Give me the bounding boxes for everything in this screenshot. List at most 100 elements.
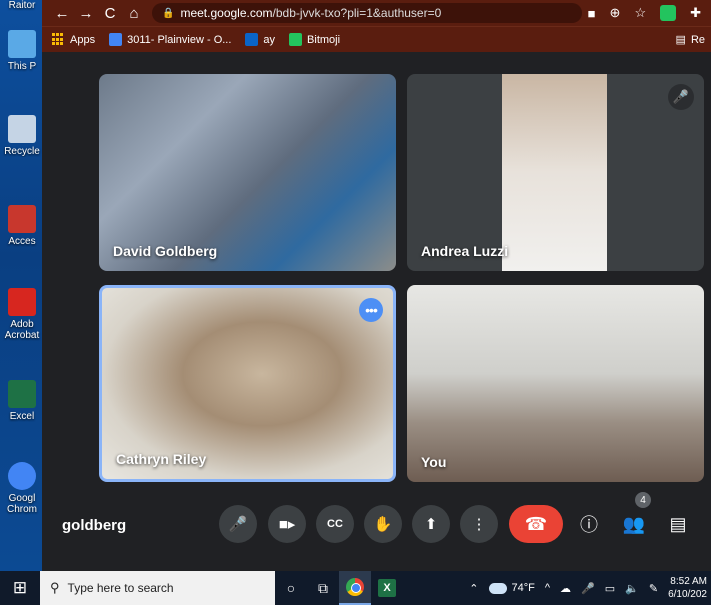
taskbar-chrome[interactable] bbox=[339, 571, 371, 605]
desktop-icon-access[interactable]: Acces bbox=[0, 205, 44, 247]
hand-icon: ✋ bbox=[373, 516, 393, 533]
chat-button[interactable]: ▤ bbox=[661, 505, 695, 543]
monitor-icon bbox=[8, 30, 36, 58]
windows-logo-icon: ⊞ bbox=[12, 578, 28, 597]
onedrive-icon[interactable]: ☁ bbox=[560, 582, 571, 595]
people-button[interactable]: 👥 bbox=[617, 505, 651, 543]
meeting-details-button[interactable]: ⓘ bbox=[572, 505, 606, 543]
participant-video bbox=[502, 74, 607, 271]
volume-icon[interactable]: 🔈 bbox=[625, 582, 639, 595]
puzzle-extensions-icon[interactable]: ✚ bbox=[690, 5, 701, 21]
participant-tile-pinned[interactable]: ••• Cathryn Riley bbox=[99, 285, 396, 482]
recycle-bin-icon bbox=[8, 115, 36, 143]
info-icon: ⓘ bbox=[580, 515, 598, 535]
leave-call-button[interactable]: ☎ bbox=[509, 505, 563, 543]
desktop-icon-chrome[interactable]: Googl Chrom bbox=[0, 462, 44, 515]
taskbar-excel[interactable]: X bbox=[371, 571, 403, 605]
chat-icon: ▤ bbox=[669, 513, 687, 534]
task-view-icon: ⧉ bbox=[318, 579, 328, 596]
cortana-circle-icon: ○ bbox=[286, 580, 296, 596]
clock-time: 8:52 AM bbox=[670, 576, 707, 587]
desktop-icon-excel[interactable]: Excel bbox=[0, 380, 44, 422]
reload-button[interactable]: C bbox=[98, 5, 122, 22]
reading-list[interactable]: ▤ Re bbox=[675, 33, 711, 47]
url-host: meet.google.com bbox=[180, 6, 273, 20]
participant-name: Andrea Luzzi bbox=[421, 243, 509, 259]
clock-date: 6/10/202 bbox=[668, 589, 707, 600]
pen-icon[interactable]: ✎ bbox=[649, 582, 658, 595]
excel-icon bbox=[8, 380, 36, 408]
forward-button[interactable]: → bbox=[74, 5, 98, 22]
bookmark-apps[interactable]: Apps bbox=[52, 33, 95, 46]
microphone-tray-icon[interactable]: 🎤 bbox=[581, 582, 595, 595]
bookmark-bitmoji[interactable]: Bitmoji bbox=[289, 33, 340, 46]
outlook-icon bbox=[245, 33, 259, 46]
microphone-button[interactable]: 🎤 bbox=[219, 505, 257, 543]
address-bar[interactable]: 🔒 meet.google.com /bdb-jvvk-txo?pli=1&au… bbox=[152, 3, 582, 23]
browser-window: ← → C ⌂ 🔒 meet.google.com /bdb-jvvk-txo?… bbox=[42, 0, 711, 571]
participant-tile[interactable]: 🎤 Andrea Luzzi bbox=[407, 74, 704, 271]
camera-indicator-icon[interactable]: ■ bbox=[588, 6, 596, 21]
bookmarks-bar: Apps 3011- Plainview - O... ay Bitmoji ▤… bbox=[42, 26, 711, 52]
meeting-name: goldberg bbox=[62, 517, 127, 534]
captions-icon: CC bbox=[327, 518, 343, 530]
cortana-button[interactable]: ○ bbox=[275, 571, 307, 605]
participant-name: Cathryn Riley bbox=[116, 451, 207, 467]
cloud-icon bbox=[488, 582, 507, 594]
desktop-icon-recycle-bin[interactable]: Recycle bbox=[0, 115, 44, 157]
weather-temp: 74°F bbox=[511, 582, 535, 594]
bookmark-plainview[interactable]: 3011- Plainview - O... bbox=[109, 33, 231, 46]
task-view-button[interactable]: ⧉ bbox=[307, 571, 339, 605]
mic-muted-icon: 🎤 bbox=[668, 84, 694, 110]
vertical-dots-icon: ⋮ bbox=[471, 516, 487, 533]
raise-hand-button[interactable]: ✋ bbox=[364, 505, 402, 543]
apps-grid-icon bbox=[52, 33, 65, 46]
network-icon[interactable]: ▭ bbox=[605, 582, 615, 595]
microphone-icon: 🎤 bbox=[228, 516, 248, 533]
self-view-tile[interactable]: You bbox=[407, 285, 704, 482]
start-button[interactable]: ⊞ bbox=[0, 571, 40, 605]
present-screen-icon: ⬆ bbox=[424, 516, 438, 533]
scroll-up-chevron-icon[interactable]: ⌃ bbox=[469, 582, 478, 595]
more-options-button[interactable]: ⋮ bbox=[460, 505, 498, 543]
more-options-icon[interactable]: ••• bbox=[359, 298, 383, 322]
acrobat-icon bbox=[8, 288, 36, 316]
address-toolbar: ← → C ⌂ 🔒 meet.google.com /bdb-jvvk-txo?… bbox=[42, 0, 711, 26]
participant-tile[interactable]: David Goldberg bbox=[99, 74, 396, 271]
camera-button[interactable]: ■▸ bbox=[268, 505, 306, 543]
search-placeholder: Type here to search bbox=[67, 581, 174, 595]
desktop-icon-acrobat[interactable]: Adob Acrobat bbox=[0, 288, 44, 341]
back-button[interactable]: ← bbox=[50, 5, 74, 22]
search-icon: ⚲ bbox=[50, 580, 60, 595]
captions-button[interactable]: CC bbox=[316, 505, 354, 543]
reading-list-icon: ▤ bbox=[675, 34, 686, 46]
excel-icon: X bbox=[378, 579, 396, 597]
bookmark-star-icon[interactable]: ☆ bbox=[634, 5, 646, 21]
chrome-icon bbox=[346, 578, 364, 596]
access-icon bbox=[8, 205, 36, 233]
home-button[interactable]: ⌂ bbox=[122, 5, 146, 22]
bookmark-favicon-icon bbox=[109, 33, 123, 46]
desktop-icon-this-pc[interactable]: This P bbox=[0, 30, 44, 72]
taskbar-search[interactable]: ⚲ Type here to search bbox=[40, 571, 275, 605]
desktop-top-label: Raitor bbox=[8, 0, 36, 11]
meet-control-bar: goldberg 🎤 ■▸ CC ✋ ⬆ ⋮ ☎ ⓘ 👥 4 ▤ bbox=[42, 492, 711, 557]
show-hidden-icons-chevron-icon[interactable]: ^ bbox=[545, 582, 550, 594]
participant-count-badge: 4 bbox=[635, 492, 651, 508]
present-button[interactable]: ⬆ bbox=[412, 505, 450, 543]
bitmoji-icon bbox=[289, 33, 303, 46]
extension-icon[interactable] bbox=[660, 5, 677, 21]
taskbar-clock[interactable]: 8:52 AM 6/10/202 bbox=[668, 575, 707, 601]
taskbar: ⊞ ⚲ Type here to search ○ ⧉ X ⌃ 74°F ^ ☁… bbox=[0, 571, 711, 605]
zoom-icon[interactable]: ⊕ bbox=[610, 5, 621, 21]
url-path: /bdb-jvvk-txo?pli=1&authuser=0 bbox=[272, 6, 442, 20]
participant-name: You bbox=[421, 454, 447, 470]
bookmark-outlook[interactable]: ay bbox=[245, 33, 275, 46]
hang-up-icon: ☎ bbox=[524, 513, 548, 534]
weather-widget[interactable]: 74°F bbox=[488, 582, 535, 594]
video-camera-icon: ■▸ bbox=[278, 516, 296, 533]
lock-icon: 🔒 bbox=[162, 7, 175, 19]
chrome-icon bbox=[8, 462, 36, 490]
meet-stage: David Goldberg 🎤 Andrea Luzzi ••• Cathry… bbox=[42, 52, 711, 571]
system-tray: ⌃ 74°F ^ ☁ 🎤 ▭ 🔈 ✎ 8:52 AM 6/10/202 bbox=[469, 575, 711, 601]
